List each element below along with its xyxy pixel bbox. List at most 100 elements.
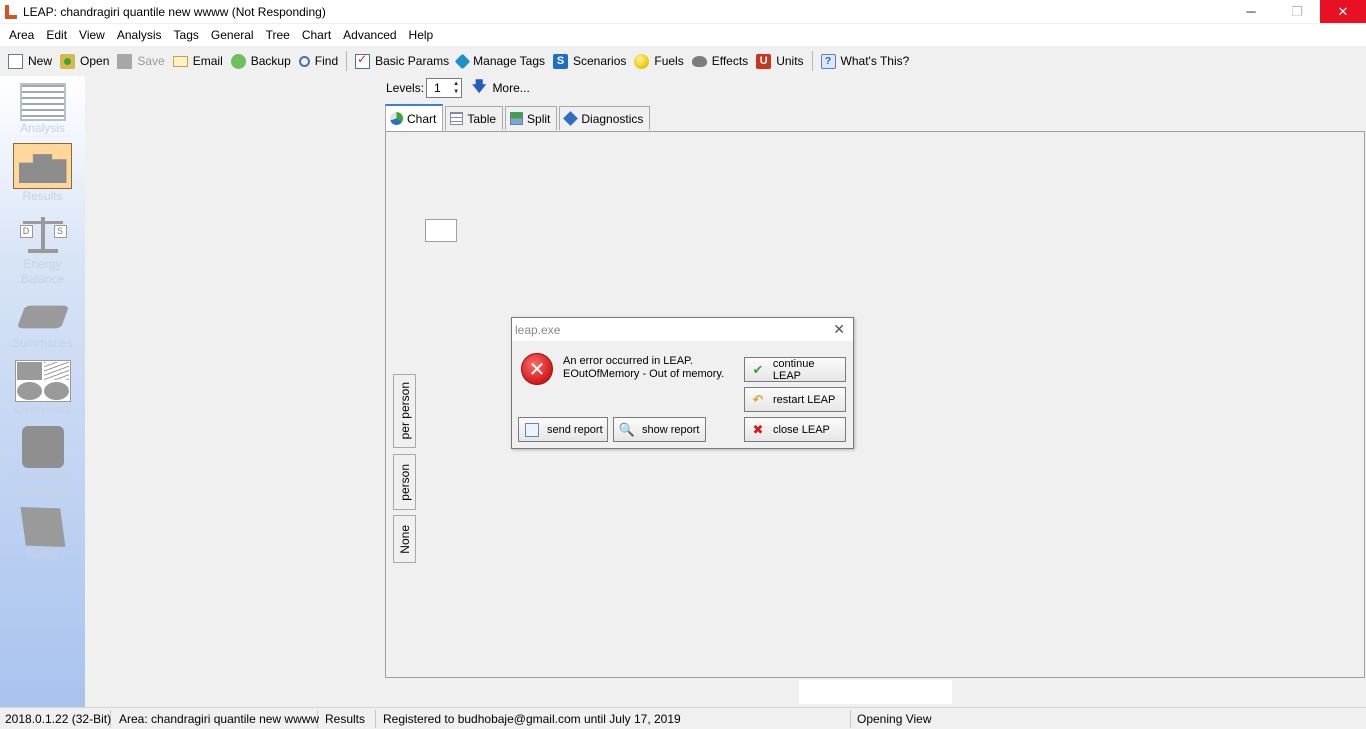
overview-cell <box>16 382 42 400</box>
restart-leap-button[interactable]: ↶ restart LEAP <box>744 387 846 412</box>
close-leap-button[interactable]: ✖ close LEAP <box>744 417 846 442</box>
sidebar-label-notes: Notes <box>26 546 59 560</box>
open-button[interactable]: Open <box>56 50 113 72</box>
find-button[interactable]: Find <box>295 50 342 72</box>
open-folder-icon <box>60 53 76 69</box>
sidebar-label-balance: Balance <box>20 272 65 286</box>
dialog-close-icon[interactable]: ✕ <box>833 321 845 338</box>
status-bar: 2018.0.1.22 (32-Bit) Area: chandragiri q… <box>0 707 1366 729</box>
continue-leap-button[interactable]: ✔ continue LEAP <box>744 357 846 382</box>
minimize-button[interactable]: ─ <box>1228 0 1274 23</box>
sidebar-label-analysis: Analysis <box>20 121 65 135</box>
restore-button[interactable]: ❐ <box>1274 0 1320 23</box>
mail-icon <box>525 422 539 437</box>
sidebar-item-results[interactable]: Results <box>0 143 85 204</box>
tab-table[interactable]: Table <box>445 106 504 130</box>
manage-tags-label: Manage Tags <box>473 54 545 68</box>
open-label: Open <box>80 54 110 68</box>
menu-edit[interactable]: Edit <box>40 24 73 46</box>
dialog-title: leap.exe <box>515 322 561 337</box>
tab-split[interactable]: Split <box>505 106 558 130</box>
status-view: Results <box>318 709 376 728</box>
vertical-tab-per-person[interactable]: per person <box>393 374 416 448</box>
balance-scale-icon: D S <box>18 217 68 257</box>
status-registration: Registered to budhobaje@gmail.com until … <box>376 709 851 728</box>
send-report-label: send report <box>547 423 603 436</box>
sidebar-label-summaries: Summaries <box>12 336 73 350</box>
sidebar-item-overviews[interactable]: Overviews <box>0 360 85 417</box>
spinner-arrows-icon[interactable]: ▲ ▼ <box>453 80 459 96</box>
menu-help[interactable]: Help <box>403 24 440 46</box>
fuels-button[interactable]: Fuels <box>630 50 687 72</box>
table-icon <box>450 112 464 125</box>
manage-tags-button[interactable]: Manage Tags <box>453 50 549 72</box>
menu-tree[interactable]: Tree <box>260 24 296 46</box>
sidebar-item-technology-database[interactable]: Technology Database <box>0 426 85 498</box>
effects-button[interactable]: Effects <box>688 50 752 72</box>
cloud-icon <box>691 55 707 67</box>
whats-this-button[interactable]: ? What's This? <box>817 50 914 72</box>
tab-diagnostics[interactable]: Diagnostics <box>559 106 651 130</box>
window-controls: ─ ❐ ✕ <box>1228 0 1366 23</box>
menu-view[interactable]: View <box>73 24 111 46</box>
pie-chart-icon <box>390 112 403 125</box>
menu-analysis[interactable]: Analysis <box>111 24 168 46</box>
overview-cell <box>43 382 69 400</box>
sidebar-item-analysis[interactable]: Analysis <box>0 83 85 136</box>
menu-bar: Area Edit View Analysis Tags General Tre… <box>0 24 1366 46</box>
status-version: 2018.0.1.22 (32-Bit) <box>0 709 111 728</box>
fuels-label: Fuels <box>654 54 684 68</box>
sidebar-item-notes[interactable]: Notes <box>0 507 85 561</box>
show-report-button[interactable]: 🔍 show report <box>613 417 706 442</box>
sidebar-item-summaries[interactable]: Summaries <box>0 298 85 351</box>
results-icon <box>18 154 67 183</box>
whats-this-label: What's This? <box>840 54 910 68</box>
fuel-drop-icon <box>634 53 650 69</box>
toolbar-separator <box>811 51 813 71</box>
menu-tags[interactable]: Tags <box>168 24 205 46</box>
units-button[interactable]: U Units <box>752 50 807 72</box>
overview-cell <box>43 362 69 380</box>
close-window-button[interactable]: ✕ <box>1320 0 1366 23</box>
tab-chart[interactable]: Chart <box>385 104 444 131</box>
new-button[interactable]: New <box>4 50 56 72</box>
error-message-line1: An error occurred in LEAP. <box>563 355 694 367</box>
error-icon: ✕ <box>521 353 553 385</box>
levels-spinner[interactable]: 1 ▲ ▼ <box>426 78 463 98</box>
tab-table-label: Table <box>467 111 497 126</box>
overview-cell <box>16 362 42 380</box>
email-button[interactable]: Email <box>169 50 227 72</box>
tab-diagnostics-label: Diagnostics <box>581 111 644 126</box>
menu-advanced[interactable]: Advanced <box>337 24 402 46</box>
levels-label: Levels: <box>386 81 425 95</box>
menu-chart[interactable]: Chart <box>296 24 337 46</box>
vertical-tab-none[interactable]: None <box>393 515 416 563</box>
check-icon: ✔ <box>752 361 764 377</box>
error-message: An error occurred in LEAP. EOutOfMemory … <box>563 355 724 381</box>
empty-input-box[interactable] <box>425 219 457 242</box>
menu-area[interactable]: Area <box>3 24 40 46</box>
save-label: Save <box>137 54 165 68</box>
scenarios-icon: S <box>553 53 568 69</box>
more-button[interactable]: 🡇 More... <box>472 76 530 100</box>
basic-params-button[interactable]: Basic Params <box>351 50 453 72</box>
window-title: LEAP: chandragiri quantile new wwww (Not… <box>23 4 326 19</box>
down-arrow-icon: 🡇 <box>472 78 487 94</box>
units-icon: U <box>756 53 772 69</box>
scenarios-button[interactable]: S Scenarios <box>549 50 630 72</box>
summaries-icon <box>16 305 69 329</box>
menu-general[interactable]: General <box>205 24 260 46</box>
units-label: Units <box>776 54 804 68</box>
overviews-icon <box>14 360 71 402</box>
save-button[interactable]: Save <box>113 50 168 72</box>
send-report-button[interactable]: send report <box>518 417 608 442</box>
balance-s-label: S <box>53 225 67 238</box>
split-view-icon <box>510 112 524 125</box>
vertical-tab-person[interactable]: person <box>393 454 416 510</box>
sidebar-item-energy-balance[interactable]: D S Energy Balance <box>0 217 85 287</box>
status-message: Opening View <box>857 711 932 726</box>
vertical-tab-label: None <box>397 524 412 554</box>
restart-arrow-icon: ↶ <box>752 391 764 407</box>
backup-button[interactable]: Backup <box>227 50 295 72</box>
balance-d-label: D <box>19 225 33 238</box>
